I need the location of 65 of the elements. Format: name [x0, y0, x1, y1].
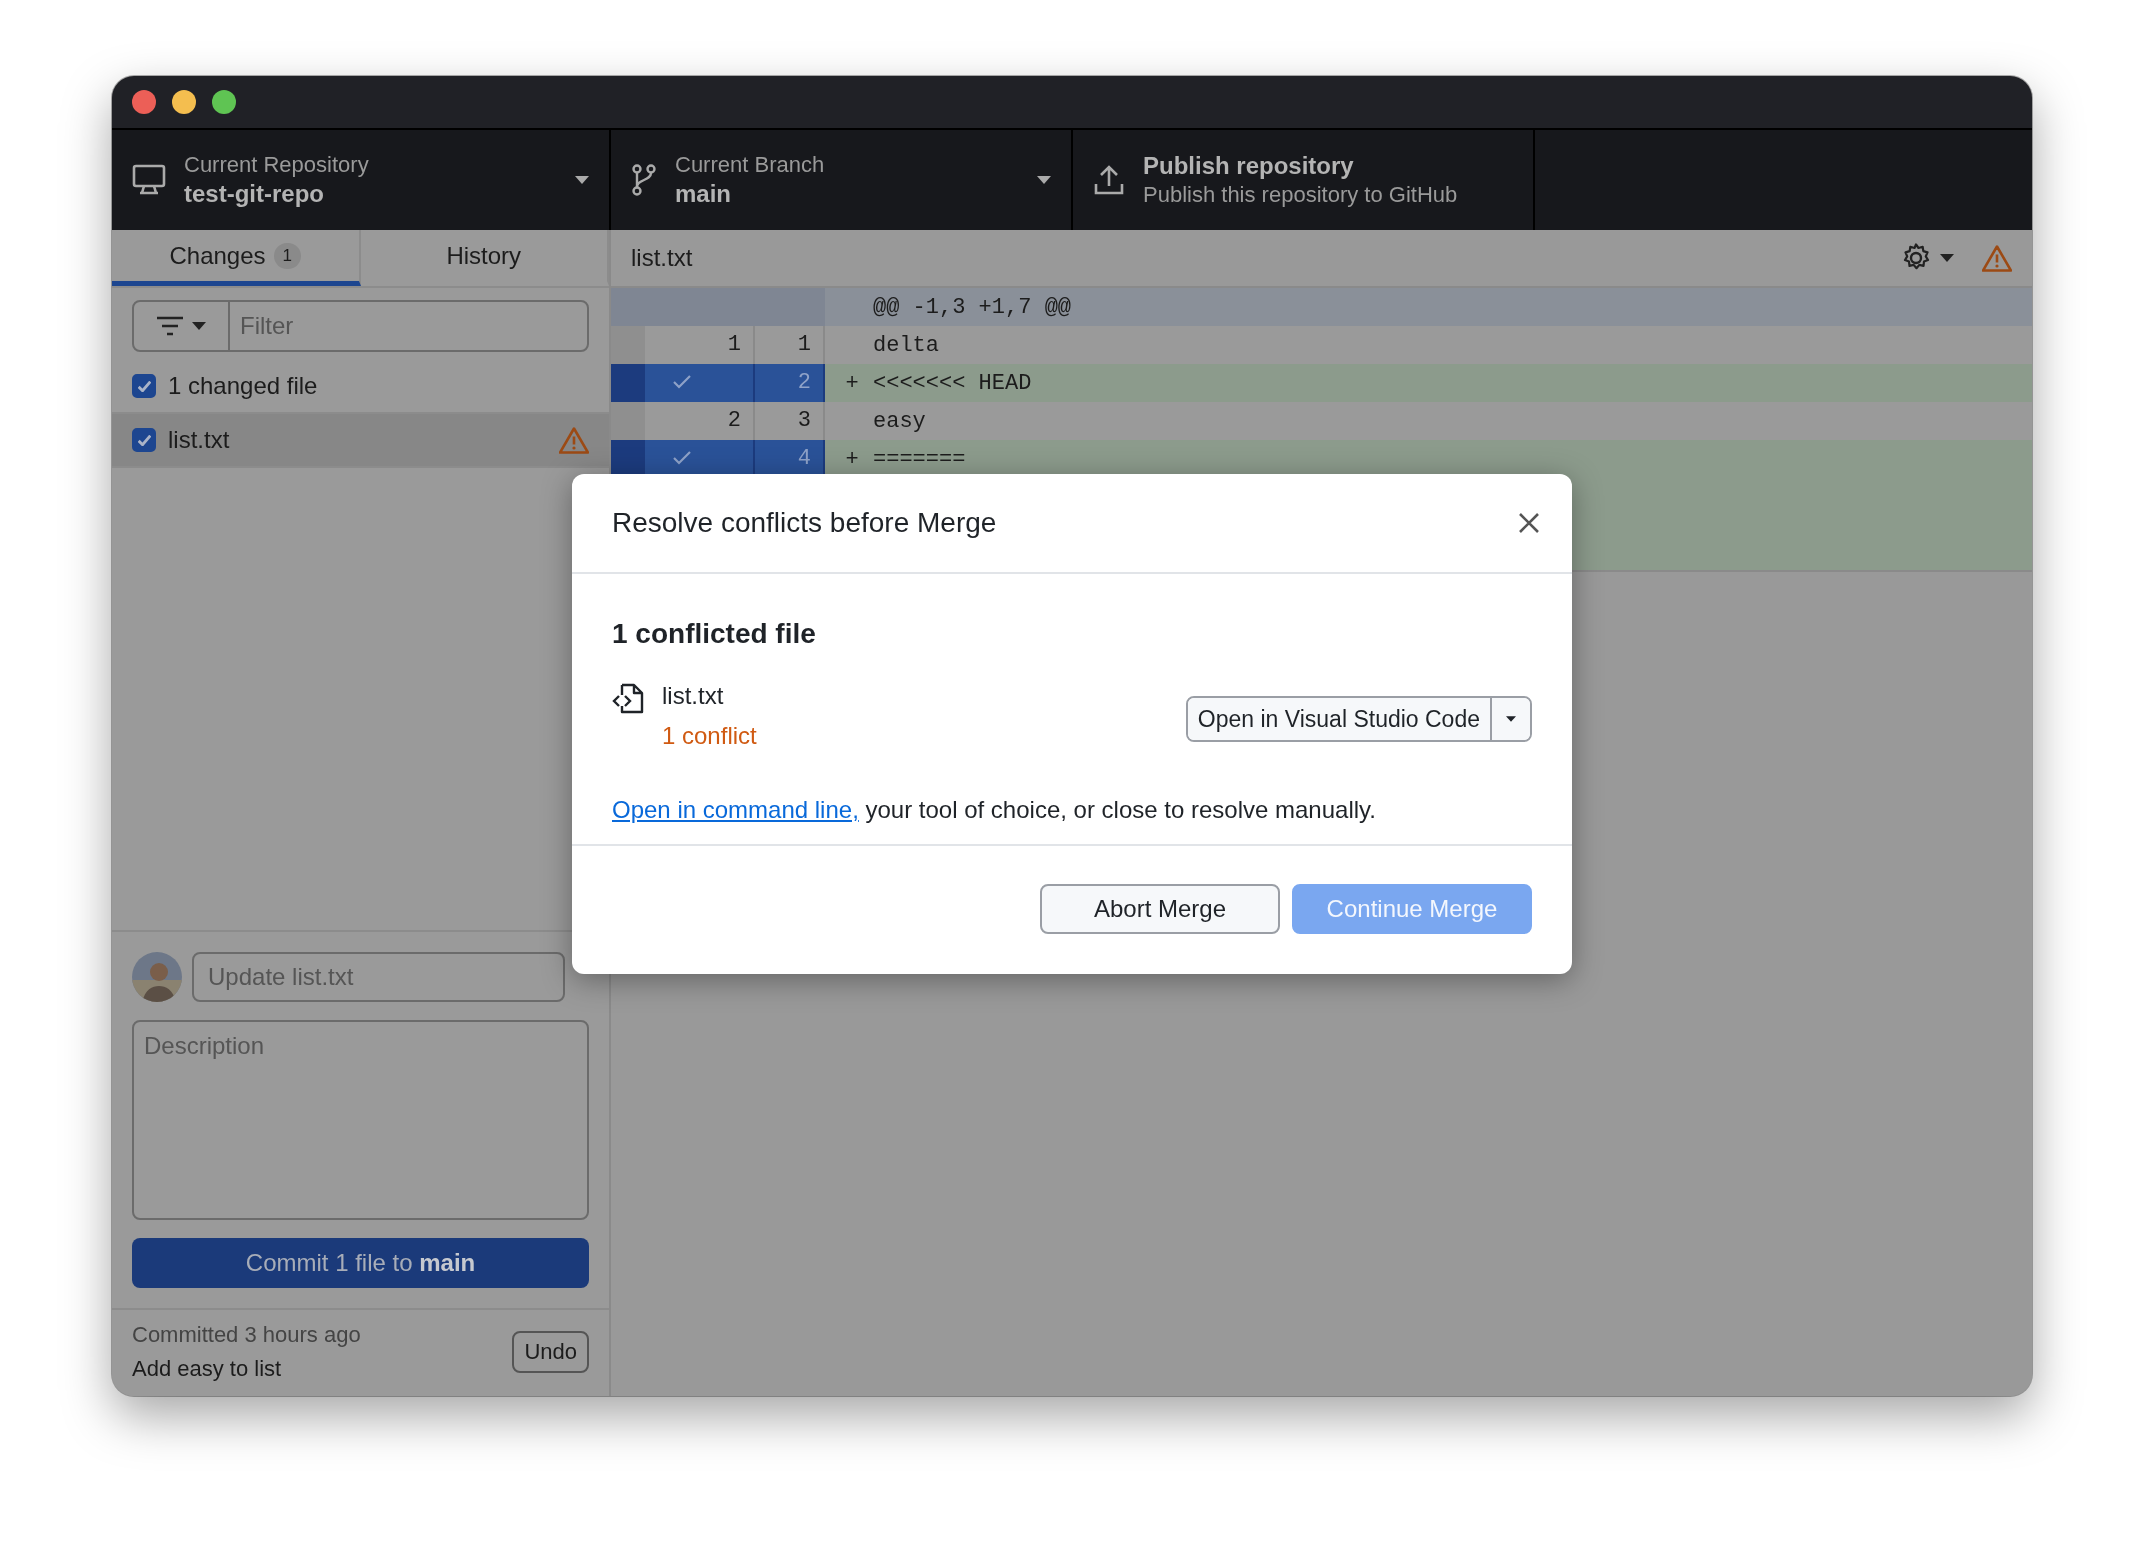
description-field[interactable]: Description — [132, 1020, 589, 1220]
dialog-title: Resolve conflicts before Merge — [612, 507, 998, 539]
open-in-editor-button[interactable]: Open in Visual Studio Code — [1187, 698, 1490, 740]
gutter-cell[interactable] — [611, 364, 645, 402]
diff-file-name: list.txt — [631, 244, 694, 272]
line-number: 2 — [797, 370, 811, 395]
code-line: easy — [872, 408, 926, 434]
checkbox[interactable] — [132, 374, 156, 398]
undo-button[interactable]: Undo — [512, 1331, 589, 1373]
tab[interactable]: Changes 1 — [112, 230, 361, 286]
resolve-instructions: Open in command line, your tool of choice, or close to resolve manually. — [612, 796, 1377, 824]
caret-icon — [575, 176, 589, 184]
branch-name: main — [675, 180, 732, 208]
caret-icon — [1940, 254, 1954, 262]
command-line-link[interactable]: Open in command line, — [612, 796, 859, 823]
check-icon — [673, 375, 691, 390]
warning-icon — [1982, 244, 2012, 272]
commit-time: Committed 3 hours ago — [132, 1322, 362, 1348]
code-file-icon — [612, 682, 646, 716]
warning-icon — [559, 426, 589, 454]
code-line: delta — [872, 332, 939, 358]
filter-field[interactable]: Filter — [132, 300, 589, 352]
diff-sign: + — [845, 370, 859, 396]
line-number: 3 — [797, 408, 811, 433]
close-window-button[interactable] — [132, 90, 156, 114]
checkbox[interactable] — [132, 428, 156, 452]
publish-subtitle: Publish this repository to GitHub — [1143, 182, 1459, 208]
code-line: <<<<<<< HEAD — [872, 370, 1032, 396]
file-name: list.txt — [168, 426, 230, 454]
line-number: 1 — [797, 332, 811, 357]
file-row[interactable]: list.txt — [112, 414, 609, 468]
checkmark-icon — [137, 434, 151, 446]
abort-button[interactable]: Abort Merge — [1040, 884, 1280, 934]
summary-field[interactable]: Update list.txt — [192, 952, 565, 1002]
branch-label: Current Branch — [675, 152, 826, 178]
commit-message: Add easy to list — [132, 1356, 283, 1382]
computer-icon — [132, 164, 166, 196]
commit-button[interactable]: Commit 1 file to main — [132, 1238, 589, 1288]
branch-icon — [631, 163, 657, 197]
filter-icon — [156, 316, 184, 336]
caret-icon — [192, 322, 206, 330]
count-badge: 1 — [273, 242, 301, 269]
hunk-header: @@ -1,3 +1,7 @@ — [872, 294, 1072, 320]
check-icon — [673, 451, 691, 466]
minimize-window-button[interactable] — [172, 90, 196, 114]
checkmark-icon — [137, 380, 151, 392]
conflict-count: 1 conflict — [662, 722, 758, 750]
repository-name: test-git-repo — [184, 180, 325, 208]
code-line: ======= — [872, 446, 966, 472]
upload-icon — [1093, 164, 1125, 196]
tab[interactable]: History — [360, 230, 609, 286]
line-number: 1 — [727, 332, 741, 357]
caret-icon — [1506, 716, 1516, 722]
repository-label: Current Repository — [184, 152, 370, 178]
line-number: 4 — [797, 446, 811, 471]
diff-sign: + — [845, 446, 859, 472]
changed-files-count: 1 changed file — [168, 372, 318, 400]
file-name: list.txt — [662, 682, 725, 710]
avatar — [132, 952, 182, 1002]
line-number: 2 — [727, 408, 741, 433]
zoom-window-button[interactable] — [212, 90, 236, 114]
caret-icon — [1037, 176, 1051, 184]
publish-title: Publish repository — [1143, 152, 1355, 180]
conflicts-heading: 1 conflicted file — [612, 618, 817, 650]
filter-input[interactable]: Filter — [230, 302, 587, 350]
